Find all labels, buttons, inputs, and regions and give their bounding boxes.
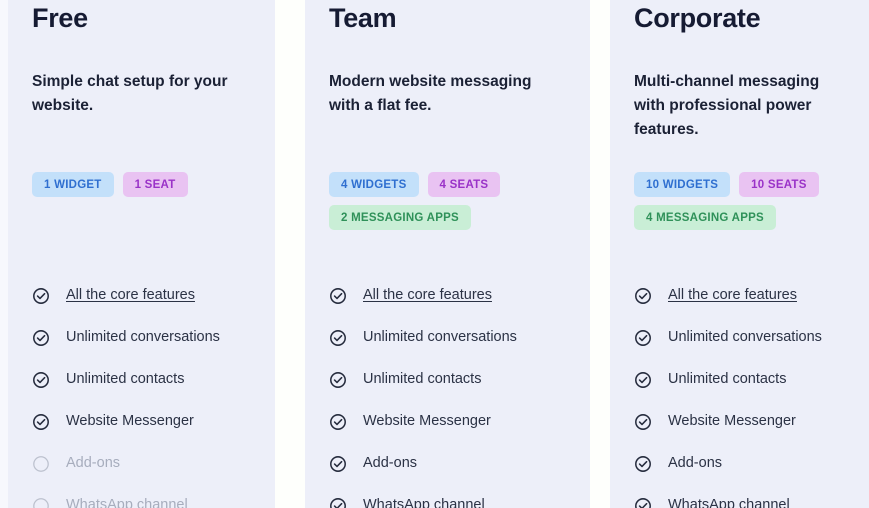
feature-row: WhatsApp channel	[32, 485, 265, 508]
feature-label: Unlimited conversations	[363, 329, 517, 346]
plan-description: Simple chat setup for your website.	[32, 72, 228, 114]
feature-label: Unlimited conversations	[66, 329, 220, 346]
plan-badge-seats: 1 SEAT	[122, 172, 188, 197]
feature-label: Unlimited contacts	[668, 371, 787, 388]
check-circle-icon	[635, 414, 651, 430]
feature-link[interactable]: All the core features	[668, 287, 797, 304]
check-circle-icon	[330, 414, 346, 430]
feature-row: Unlimited conversations	[634, 317, 869, 359]
left-edge-rail	[0, 0, 8, 508]
feature-label: Unlimited contacts	[363, 371, 482, 388]
plan-badge-apps: 2 MESSAGING APPS	[329, 205, 471, 230]
plan-card-team: Team Modern website messaging with a fla…	[305, 0, 590, 508]
pricing-plan-comparison: Free Simple chat setup for your website.…	[0, 0, 869, 508]
feature-row: Add-ons	[634, 443, 869, 485]
empty-circle-icon	[33, 456, 49, 472]
column-gap	[590, 0, 610, 508]
feature-label: Unlimited contacts	[66, 371, 185, 388]
plan-card-corporate: Corporate Multi-channel messaging with p…	[610, 0, 869, 508]
feature-row: Unlimited conversations	[329, 317, 580, 359]
feature-row: All the core features	[634, 275, 869, 317]
plan-badge-apps: 4 MESSAGING APPS	[634, 205, 776, 230]
plan-feature-list: All the core features Unlimited conversat…	[329, 275, 580, 508]
feature-label: WhatsApp channel	[66, 497, 188, 508]
feature-row: Add-ons	[32, 443, 265, 485]
check-circle-icon	[33, 288, 49, 304]
plan-card-free: Free Simple chat setup for your website.…	[8, 0, 275, 508]
feature-link[interactable]: All the core features	[66, 287, 195, 304]
plan-description: Multi-channel messaging with professiona…	[634, 72, 820, 138]
feature-row: WhatsApp channel	[329, 485, 580, 508]
check-circle-icon	[330, 330, 346, 346]
column-gap	[275, 0, 305, 508]
plan-description: Modern website messaging with a flat fee…	[329, 72, 532, 114]
check-circle-icon	[635, 372, 651, 388]
feature-label: Add-ons	[363, 455, 418, 472]
plan-title: Corporate	[634, 3, 761, 33]
feature-row: Website Messenger	[329, 401, 580, 443]
plan-badges: 1 WIDGET 1 SEAT	[32, 172, 188, 197]
feature-label: Website Messenger	[668, 413, 796, 430]
feature-row: Website Messenger	[634, 401, 869, 443]
feature-row: Unlimited contacts	[329, 359, 580, 401]
plan-feature-list: All the core features Unlimited conversat…	[634, 275, 869, 508]
check-circle-icon	[33, 372, 49, 388]
plan-badge-seats: 4 SEATS	[427, 172, 501, 197]
feature-row: WhatsApp channel	[634, 485, 869, 508]
feature-label: Unlimited conversations	[668, 329, 822, 346]
feature-link[interactable]: All the core features	[363, 287, 492, 304]
feature-label: Add-ons	[66, 455, 121, 472]
check-circle-icon	[330, 372, 346, 388]
check-circle-icon	[635, 456, 651, 472]
feature-label: WhatsApp channel	[363, 497, 485, 508]
check-circle-icon	[330, 288, 346, 304]
feature-row: Unlimited conversations	[32, 317, 265, 359]
plan-badges: 10 WIDGETS 10 SEATS 4 MESSAGING APPS	[634, 172, 864, 230]
feature-row: All the core features	[32, 275, 265, 317]
feature-row: Unlimited contacts	[32, 359, 265, 401]
plan-feature-list: All the core features Unlimited conversat…	[32, 275, 265, 508]
check-circle-icon	[33, 414, 49, 430]
check-circle-icon	[635, 330, 651, 346]
plan-badge-widgets: 4 WIDGETS	[329, 172, 419, 197]
plan-badge-widgets: 1 WIDGET	[32, 172, 114, 197]
plan-title: Free	[32, 3, 88, 33]
check-circle-icon	[33, 330, 49, 346]
feature-row: All the core features	[329, 275, 580, 317]
plan-badges: 4 WIDGETS 4 SEATS 2 MESSAGING APPS	[329, 172, 559, 230]
feature-label: Website Messenger	[66, 413, 194, 430]
plan-badge-seats: 10 SEATS	[739, 172, 819, 197]
check-circle-icon	[635, 288, 651, 304]
feature-label: WhatsApp channel	[668, 497, 790, 508]
plan-badge-widgets: 10 WIDGETS	[634, 172, 731, 197]
feature-label: Add-ons	[668, 455, 723, 472]
feature-label: Website Messenger	[363, 413, 491, 430]
check-circle-icon	[635, 498, 651, 508]
feature-row: Website Messenger	[32, 401, 265, 443]
feature-row: Add-ons	[329, 443, 580, 485]
plan-title: Team	[329, 3, 397, 33]
check-circle-icon	[330, 456, 346, 472]
empty-circle-icon	[33, 498, 49, 508]
check-circle-icon	[330, 498, 346, 508]
feature-row: Unlimited contacts	[634, 359, 869, 401]
